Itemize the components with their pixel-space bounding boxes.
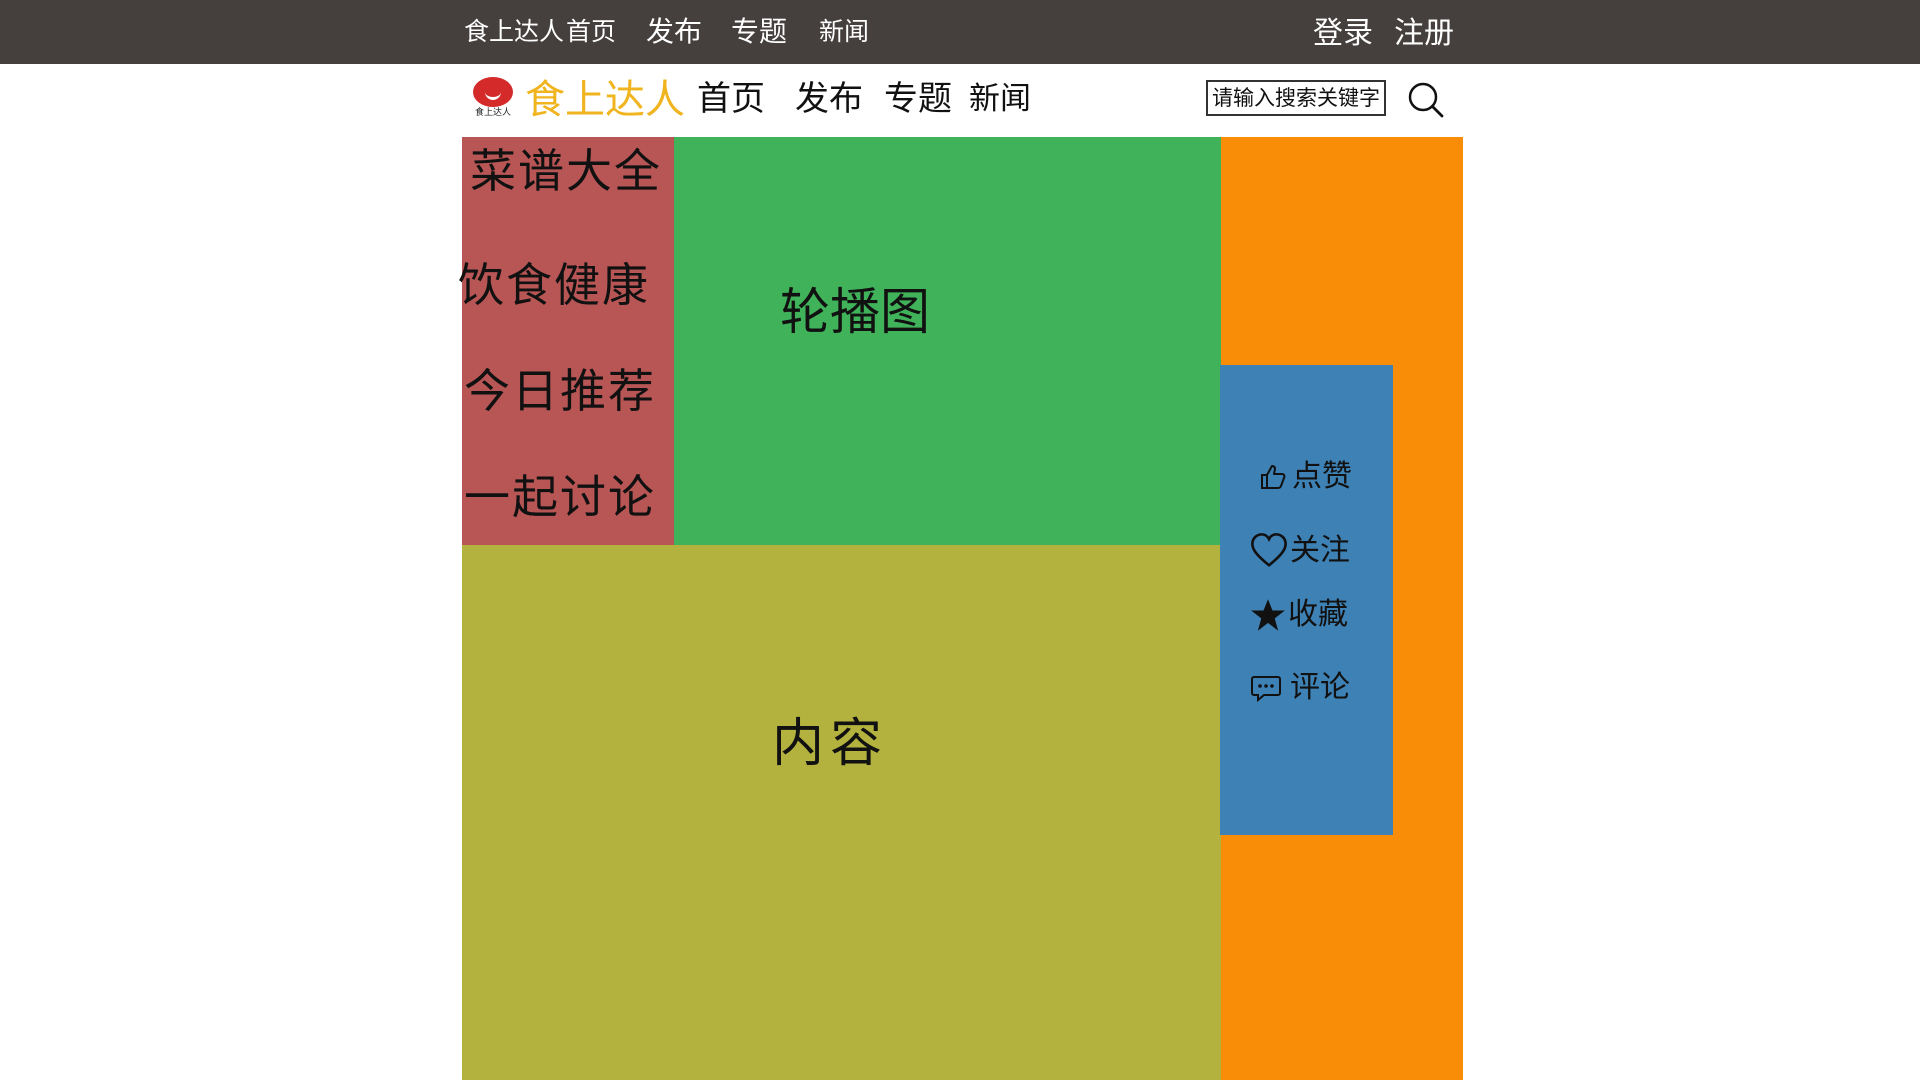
top-nav-home[interactable]: 首页 bbox=[566, 12, 616, 52]
like-label: 点赞 bbox=[1292, 459, 1352, 494]
nav-topics[interactable]: 专题 bbox=[884, 76, 952, 122]
comment-label: 评论 bbox=[1290, 670, 1350, 705]
top-nav-news[interactable]: 新闻 bbox=[819, 12, 869, 52]
top-nav-publish[interactable]: 发布 bbox=[646, 12, 702, 52]
star-icon bbox=[1251, 599, 1285, 631]
carousel-label: 轮播图 bbox=[780, 283, 930, 341]
content-label: 内容 bbox=[772, 714, 889, 774]
follow-label: 关注 bbox=[1290, 533, 1350, 568]
register-link[interactable]: 注册 bbox=[1394, 14, 1454, 54]
search-input[interactable] bbox=[1206, 80, 1386, 116]
category-sidebar: 菜谱大全 饮食健康 今日推荐 一起讨论 bbox=[458, 137, 674, 545]
site-logo[interactable]: 食上达人 bbox=[473, 77, 513, 125]
brand-name[interactable]: 食上达人 bbox=[525, 74, 685, 126]
nav-news[interactable]: 新闻 bbox=[969, 76, 1031, 122]
follow-button[interactable]: 关注 bbox=[1250, 531, 1350, 571]
nav-publish[interactable]: 发布 bbox=[795, 76, 863, 122]
sidebar-item-today[interactable]: 今日推荐 bbox=[464, 363, 656, 419]
carousel[interactable]: 轮播图 bbox=[674, 137, 1221, 545]
comment-button[interactable]: 评论 bbox=[1250, 668, 1350, 708]
favorite-label: 收藏 bbox=[1288, 597, 1348, 632]
main-navbar: 食上达人 食上达人 首页 发布 专题 新闻 bbox=[462, 64, 1463, 137]
favorite-button[interactable]: 收藏 bbox=[1250, 595, 1348, 635]
sidebar-item-recipes[interactable]: 菜谱大全 bbox=[470, 143, 662, 199]
login-link[interactable]: 登录 bbox=[1313, 14, 1373, 54]
sidebar-item-health[interactable]: 饮食健康 bbox=[458, 257, 650, 313]
logo-mark bbox=[473, 77, 513, 107]
comment-icon bbox=[1251, 676, 1281, 703]
content-area: 内容 bbox=[462, 545, 1221, 1080]
search-icon[interactable] bbox=[1406, 80, 1446, 120]
thumbs-up-icon bbox=[1261, 465, 1286, 489]
top-nav-topics[interactable]: 专题 bbox=[731, 12, 787, 52]
heart-icon bbox=[1251, 533, 1287, 567]
sidebar-item-discuss[interactable]: 一起讨论 bbox=[464, 469, 656, 525]
like-button[interactable]: 点赞 bbox=[1258, 457, 1352, 497]
actions-panel: 点赞 关注 收藏 评论 bbox=[1220, 365, 1393, 835]
nav-home[interactable]: 首页 bbox=[697, 76, 765, 122]
top-bar: 食上达人 首页 发布 专题 新闻 登录 注册 bbox=[0, 0, 1920, 64]
logo-caption: 食上达人 bbox=[474, 108, 511, 118]
top-brand[interactable]: 食上达人 bbox=[464, 12, 564, 52]
